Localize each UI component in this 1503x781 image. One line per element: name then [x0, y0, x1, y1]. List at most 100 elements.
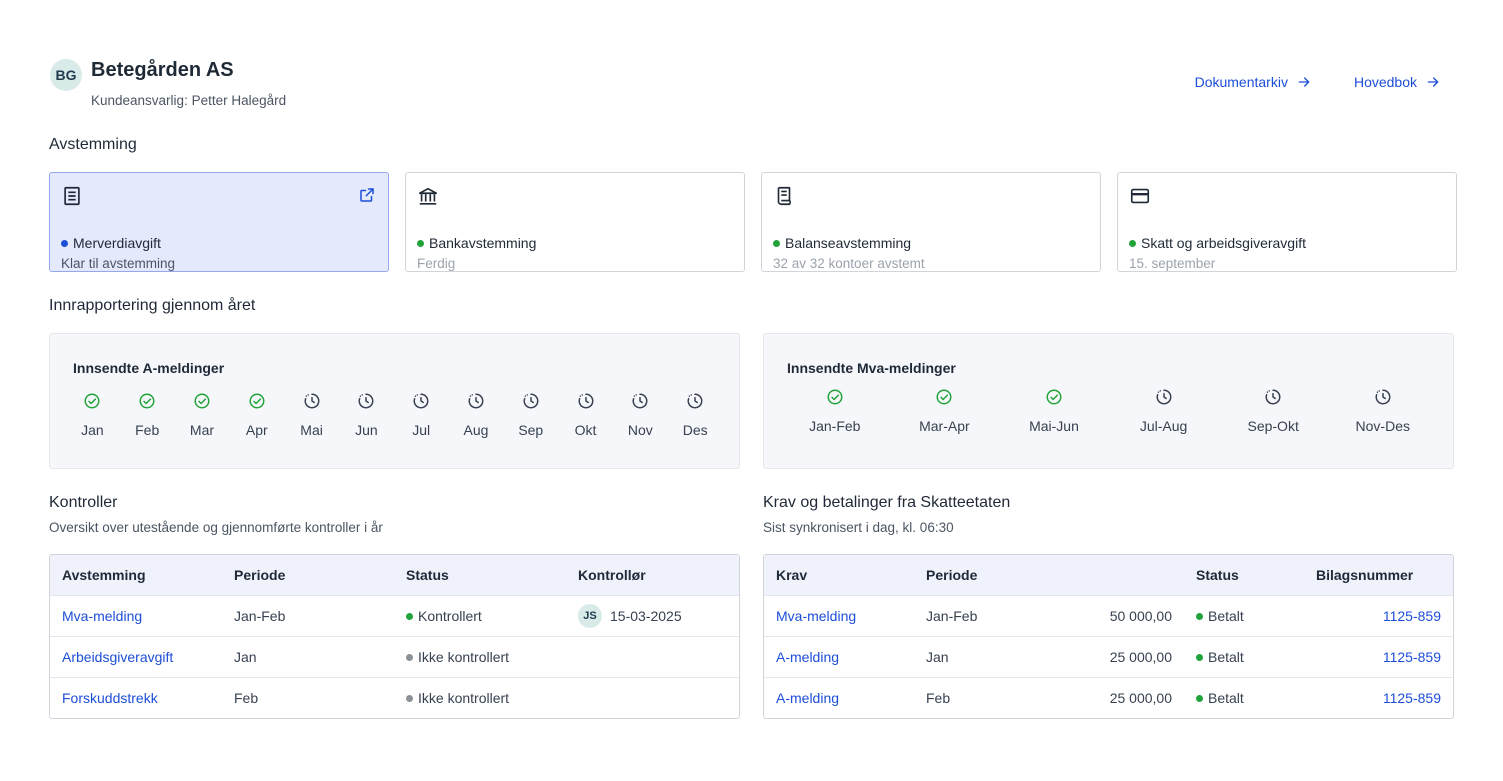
- voucher-link[interactable]: 1125-859: [1304, 608, 1453, 624]
- reconciliation-title: Avstemming: [49, 136, 137, 153]
- claims-table: Krav Periode Status Bilagsnummer Mva-mel…: [763, 554, 1454, 719]
- column-header: Bilagsnummer: [1316, 567, 1414, 583]
- control-link[interactable]: Arbeidsgiveravgift: [50, 649, 222, 665]
- controls-title: Kontroller: [49, 494, 118, 511]
- check-circle-icon: [194, 393, 210, 409]
- period-label: Mar: [189, 422, 215, 438]
- period-label: Feb: [135, 422, 160, 438]
- period-label: Des: [682, 422, 708, 438]
- status-dot: [773, 239, 780, 247]
- voucher-link[interactable]: 1125-859: [1304, 649, 1453, 665]
- status-dot: [1129, 239, 1136, 247]
- period-label: Sep: [518, 422, 544, 438]
- period-label: Aug: [463, 422, 489, 438]
- check-circle-icon: [936, 389, 952, 405]
- external-link-icon[interactable]: [358, 186, 376, 204]
- client-avatar: BG: [50, 59, 82, 91]
- table-row: Arbeidsgiveravgift Jan Ikke kontrollert: [50, 636, 739, 677]
- period-cell: Jan: [926, 649, 949, 665]
- status-text: Kontrollert: [418, 608, 482, 624]
- column-header: Periode: [234, 567, 286, 583]
- period-status: Mar: [175, 392, 230, 438]
- a-messages-panel: Innsendte A-meldinger Jan Feb Mar Apr Mai Jun…: [49, 333, 740, 469]
- amount-cell: 50 000,00: [1109, 608, 1172, 624]
- document-archive-link[interactable]: Dokumentarkiv: [1195, 74, 1312, 90]
- period-status: Sep-Okt: [1218, 388, 1328, 434]
- claims-subtitle: Sist synkronisert i dag, kl. 06:30: [763, 520, 954, 535]
- general-ledger-link[interactable]: Hovedbok: [1354, 74, 1441, 90]
- period-cell: Jan-Feb: [926, 608, 978, 624]
- status-cell: Kontrollert: [394, 608, 566, 624]
- table-row: Forskuddstrekk Feb Ikke kontrollert: [50, 677, 739, 718]
- card-vat[interactable]: Merverdiavgift Klar til avstemming: [49, 172, 389, 272]
- top-links: Dokumentarkiv Hovedbok: [1195, 74, 1441, 90]
- period-status: Nov: [613, 392, 668, 438]
- status-dot: [417, 239, 424, 247]
- clock-icon: [413, 393, 429, 409]
- card-bank[interactable]: Bankavstemming Ferdig: [405, 172, 745, 272]
- period-cell: Feb: [926, 690, 951, 706]
- table-row: Mva-melding Jan-Feb 50 000,00 Betalt 112…: [764, 595, 1453, 636]
- clock-icon: [1375, 389, 1391, 405]
- a-messages-title: Innsendte A-meldinger: [73, 360, 225, 376]
- control-date: 15-03-2025: [610, 608, 682, 624]
- card-bank-label: Bankavstemming: [429, 235, 537, 251]
- check-circle-icon: [249, 393, 265, 409]
- period-status: Okt: [558, 392, 613, 438]
- period-status: Jan: [65, 392, 120, 438]
- vat-messages-panel: Innsendte Mva-meldinger Jan-Feb Mar-Apr Ma…: [763, 333, 1454, 469]
- card-balance-label: Balanseavstemming: [785, 235, 912, 251]
- claim-link[interactable]: A-melding: [764, 649, 914, 665]
- status-dot: [406, 694, 413, 702]
- clock-icon: [578, 393, 594, 409]
- account-manager: Kundeansvarlig: Petter Halegård: [91, 93, 287, 108]
- credit-card-icon: [1130, 188, 1150, 204]
- period-status: Mai-Jun: [999, 388, 1109, 434]
- period-cell: Feb: [234, 690, 259, 706]
- claim-link[interactable]: A-melding: [764, 690, 914, 706]
- check-circle-icon: [827, 389, 843, 405]
- receipt-icon: [64, 186, 80, 206]
- voucher-link[interactable]: 1125-859: [1304, 690, 1453, 706]
- company-name: Betegården AS: [91, 59, 234, 81]
- card-balance[interactable]: Balanseavstemming 32 av 32 kontoer avste…: [761, 172, 1101, 272]
- status-text: Betalt: [1208, 608, 1244, 624]
- period-cell: Jan-Feb: [234, 608, 286, 624]
- period-status: Apr: [229, 392, 284, 438]
- clock-icon: [468, 393, 484, 409]
- period-label: Apr: [245, 422, 268, 438]
- table-row: A-melding Jan 25 000,00 Betalt 1125-859: [764, 636, 1453, 677]
- card-vat-title: Merverdiavgift: [61, 235, 377, 251]
- vat-messages-periods: Jan-Feb Mar-Apr Mai-Jun Jul-Aug Sep-Okt Nov-D…: [780, 388, 1438, 434]
- clock-icon: [523, 393, 539, 409]
- clock-icon: [358, 393, 374, 409]
- period-label: Mar-Apr: [919, 418, 970, 434]
- amount-cell: 25 000,00: [1109, 690, 1172, 706]
- claim-link[interactable]: Mva-melding: [764, 608, 914, 624]
- column-header: Status: [406, 567, 449, 583]
- control-link[interactable]: Forskuddstrekk: [50, 690, 222, 706]
- period-status: Jun: [339, 392, 394, 438]
- card-tax-title: Skatt og arbeidsgiveravgift: [1129, 235, 1445, 251]
- period-label: Mai: [300, 422, 323, 438]
- card-vat-label: Merverdiavgift: [73, 235, 161, 251]
- controller-cell: JS 15-03-2025: [566, 604, 739, 628]
- a-messages-months: Jan Feb Mar Apr Mai Jun Jul Aug Sep Okt Nov Des: [65, 392, 723, 438]
- card-tax[interactable]: Skatt og arbeidsgiveravgift 15. septembe…: [1117, 172, 1457, 272]
- period-label: Nov-Des: [1355, 418, 1410, 434]
- card-balance-status: 32 av 32 kontoer avstemt: [773, 256, 925, 271]
- document-icon: [777, 186, 792, 206]
- column-header: Krav: [776, 567, 808, 583]
- period-label: Sep-Okt: [1247, 418, 1299, 434]
- status-cell: Ikke kontrollert: [394, 690, 566, 706]
- card-balance-title: Balanseavstemming: [773, 235, 1089, 251]
- table-header: Krav Periode Status Bilagsnummer: [764, 555, 1453, 595]
- period-status: Feb: [120, 392, 175, 438]
- status-cell: Betalt: [1184, 690, 1304, 706]
- control-link[interactable]: Mva-melding: [50, 608, 222, 624]
- column-header: Periode: [926, 567, 978, 583]
- amount-cell: 25 000,00: [1109, 649, 1172, 665]
- client-header-text: Betegården AS Kundeansvarlig: Petter Hal…: [91, 58, 286, 108]
- column-header: Kontrollør: [578, 567, 646, 583]
- status-text: Ikke kontrollert: [418, 690, 510, 706]
